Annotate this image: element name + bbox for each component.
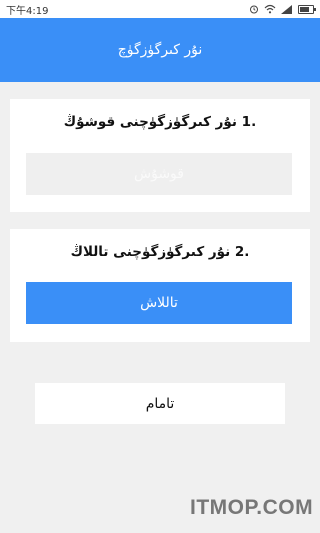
wifi-icon	[264, 4, 276, 14]
step2-number: 2.	[234, 244, 250, 260]
step1-number: 1.	[241, 114, 257, 130]
status-bar: 下午4:19	[0, 0, 320, 18]
select-input-method-button[interactable]: تاللاش	[26, 282, 292, 324]
battery-icon	[298, 4, 316, 14]
step2-title: نۇر كىرگۈزگۈچنى تاللاڭ 2.	[10, 244, 310, 260]
add-input-method-button[interactable]: قوشۇش	[26, 153, 292, 195]
watermark-logo: ITMOP.COM	[190, 496, 314, 519]
step1-card: نۇر كىرگۈزگۈچنى قوشۇڭ 1. قوشۇش	[10, 99, 310, 212]
status-time: 下午4:19	[6, 5, 49, 17]
step2-title-text: نۇر كىرگۈزگۈچنى تاللاڭ	[70, 244, 231, 260]
done-button[interactable]: تامام	[35, 383, 285, 424]
step1-title-text: نۇر كىرگۈزگۈچنى قوشۇڭ	[63, 114, 237, 130]
status-icons	[249, 4, 316, 14]
page-title: نۇر كىرگۈزگۈچ	[117, 42, 203, 58]
app-header: نۇر كىرگۈزگۈچ	[0, 18, 320, 82]
alarm-icon	[250, 5, 258, 14]
step2-card: نۇر كىرگۈزگۈچنى تاللاڭ 2. تاللاش	[10, 229, 310, 342]
step1-title: نۇر كىرگۈزگۈچنى قوشۇڭ 1.	[10, 114, 310, 130]
signal-icon	[281, 4, 292, 14]
